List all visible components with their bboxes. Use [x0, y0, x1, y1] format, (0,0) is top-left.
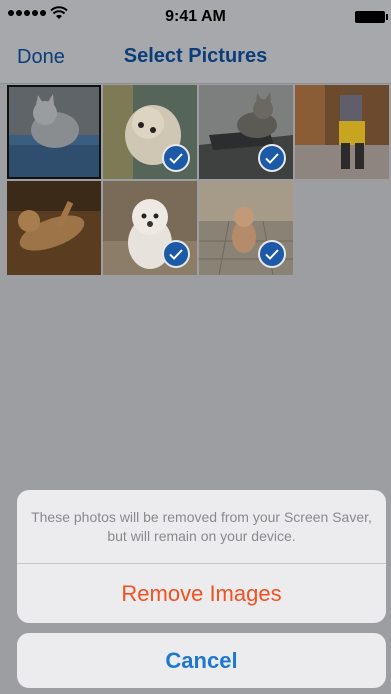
child-photo [295, 85, 389, 179]
selected-checkmark-icon [258, 240, 286, 268]
selected-checkmark-icon [258, 144, 286, 172]
page-title: Select Pictures [123, 45, 268, 67]
photo-thumbnail[interactable] [103, 181, 197, 275]
photo-thumbnail[interactable] [199, 181, 293, 275]
photo-thumbnail[interactable] [7, 181, 101, 275]
cat-photo [7, 85, 101, 179]
photo-thumbnail[interactable] [199, 85, 293, 179]
photo-thumbnail[interactable] [295, 85, 389, 179]
selected-checkmark-icon [162, 240, 190, 268]
status-time: 9:41 AM [165, 8, 226, 25]
battery-icon [355, 11, 388, 23]
action-sheet-message: These photos will be removed from your S… [17, 490, 386, 564]
remove-images-button[interactable]: Remove Images [17, 564, 386, 623]
photo-grid [7, 85, 391, 275]
cat-photo [7, 181, 101, 275]
cancel-button[interactable]: Cancel [17, 633, 386, 688]
selected-checkmark-icon [162, 144, 190, 172]
photo-thumbnail[interactable] [7, 85, 101, 179]
action-sheet: These photos will be removed from your S… [17, 490, 386, 623]
navigation-bar: Done Select Pictures [0, 36, 391, 84]
photo-thumbnail[interactable] [103, 85, 197, 179]
status-bar: 9:41 AM [0, 0, 391, 36]
